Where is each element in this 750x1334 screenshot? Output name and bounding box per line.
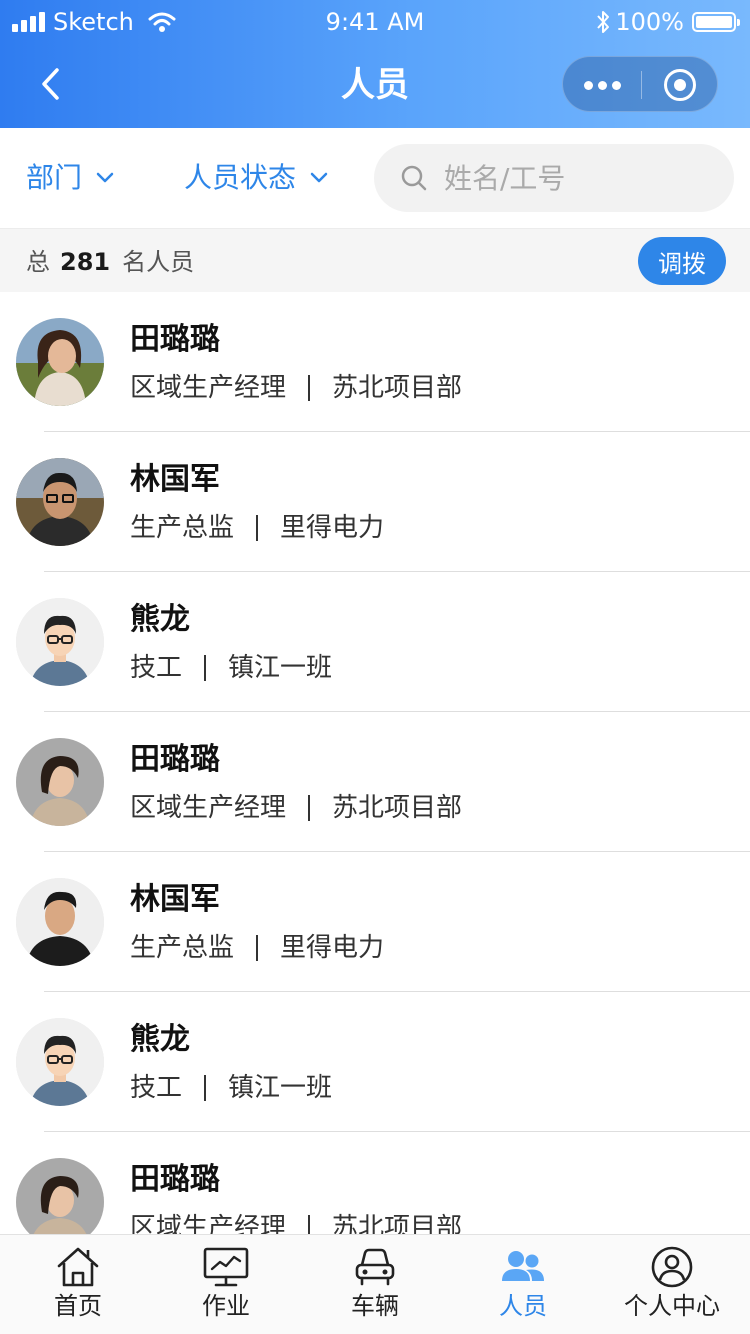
meta-separator [204,655,207,681]
home-icon [57,1247,99,1287]
person-meta: 技工 镇江一班 [130,1070,332,1106]
total-count: 281 [60,248,111,276]
meta-separator [204,1075,207,1101]
meta-separator [256,515,259,541]
avatar [16,598,104,686]
status-bar: Sketch 9:41 AM 100% [0,0,750,44]
user-circle-icon [651,1246,693,1288]
tab-work[interactable]: 作业 [151,1235,301,1334]
header: Sketch 9:41 AM 100% 人员 [0,0,750,128]
person-meta: 生产总监 里得电力 [130,930,384,966]
avatar [16,1158,104,1234]
tab-bar: 首页 作业 车辆 人员 个人中心 [0,1234,750,1334]
person-role: 区域生产经理 [130,1213,287,1234]
status-dropdown[interactable]: 人员状态 [184,158,328,198]
person-role: 技工 [130,1073,183,1103]
total-suffix: 名人员 [122,248,195,276]
tab-profile[interactable]: 个人中心 [597,1235,747,1334]
person-role: 区域生产经理 [130,373,287,403]
bluetooth-icon [597,11,610,33]
summary-bar: 总 281 名人员 调拨 [0,228,750,292]
close-mini-program-button[interactable] [641,57,719,113]
search-box[interactable] [374,144,734,212]
person-unit: 镇江一班 [228,653,333,683]
more-button[interactable] [563,57,641,113]
person-name: 田璐璐 [130,1162,220,1197]
meta-separator [256,935,259,961]
person-name: 熊龙 [130,602,190,637]
search-icon [401,165,427,191]
person-row[interactable]: 熊龙技工 镇江一班 [0,992,750,1132]
person-row[interactable]: 熊龙技工 镇江一班 [0,572,750,712]
meta-separator [308,1215,311,1234]
person-unit: 里得电力 [280,933,385,963]
person-meta: 技工 镇江一班 [130,650,332,686]
person-name: 田璐璐 [130,322,220,357]
person-role: 技工 [130,653,183,683]
battery-icon [692,12,740,32]
tab-people[interactable]: 人员 [448,1235,598,1334]
tab-work-label: 作业 [202,1292,250,1320]
search-input[interactable] [444,161,704,195]
person-meta: 区域生产经理 苏北项目部 [130,370,462,406]
status-dropdown-label: 人员状态 [184,161,297,194]
tab-vehicles-label: 车辆 [351,1292,399,1320]
people-list: 田璐璐 区域生产经理 苏北项目部 林国军 生产总监 里得电力 熊龙 技工 镇江一班 田璐璐 区域生产… [0,292,750,1234]
person-name: 田璐璐 [130,742,220,777]
target-icon [664,69,696,101]
person-role: 生产总监 [130,513,235,543]
meta-separator [308,795,311,821]
tab-vehicles[interactable]: 车辆 [300,1235,450,1334]
person-meta: 生产总监 里得电力 [130,510,384,546]
department-dropdown-label: 部门 [26,161,83,194]
tab-people-label: 人员 [499,1292,547,1320]
person-role: 区域生产经理 [130,793,287,823]
meta-separator [308,375,311,401]
person-row[interactable]: 田璐璐区域生产经理 苏北项目部 [0,1132,750,1234]
department-dropdown[interactable]: 部门 [26,158,114,198]
avatar [16,458,104,546]
mini-program-capsule [562,56,718,112]
car-icon [355,1248,395,1286]
person-unit: 苏北项目部 [332,1213,463,1234]
transfer-button[interactable]: 调拨 [638,237,726,285]
tab-home-label: 首页 [54,1292,102,1320]
tab-profile-label: 个人中心 [624,1292,720,1320]
monitor-chart-icon [203,1247,249,1287]
person-row[interactable]: 田璐璐区域生产经理 苏北项目部 [0,292,750,432]
person-row[interactable]: 林国军生产总监 里得电力 [0,432,750,572]
person-meta: 区域生产经理 苏北项目部 [130,1210,462,1234]
person-name: 林国军 [130,462,220,497]
person-unit: 苏北项目部 [332,373,463,403]
person-unit: 苏北项目部 [332,793,463,823]
avatar [16,878,104,966]
chevron-down-icon [310,172,328,183]
person-name: 熊龙 [130,1022,190,1057]
tab-home[interactable]: 首页 [3,1235,153,1334]
total-count-text: 总 281 名人员 [26,247,194,277]
person-row[interactable]: 田璐璐区域生产经理 苏北项目部 [0,712,750,852]
filter-bar: 部门 人员状态 [0,128,750,228]
status-bar-right: 100% [595,8,740,36]
total-prefix: 总 [26,248,50,276]
chevron-down-icon [96,172,114,183]
person-meta: 区域生产经理 苏北项目部 [130,790,462,826]
person-row[interactable]: 林国军生产总监 里得电力 [0,852,750,992]
navigation-bar: 人员 [0,44,750,128]
person-role: 生产总监 [130,933,235,963]
person-name: 林国军 [130,882,220,917]
people-icon [502,1251,544,1281]
person-unit: 镇江一班 [228,1073,333,1103]
avatar [16,738,104,826]
avatar [16,318,104,406]
avatar [16,1018,104,1106]
battery-percentage: 100% [615,8,684,36]
person-unit: 里得电力 [280,513,385,543]
